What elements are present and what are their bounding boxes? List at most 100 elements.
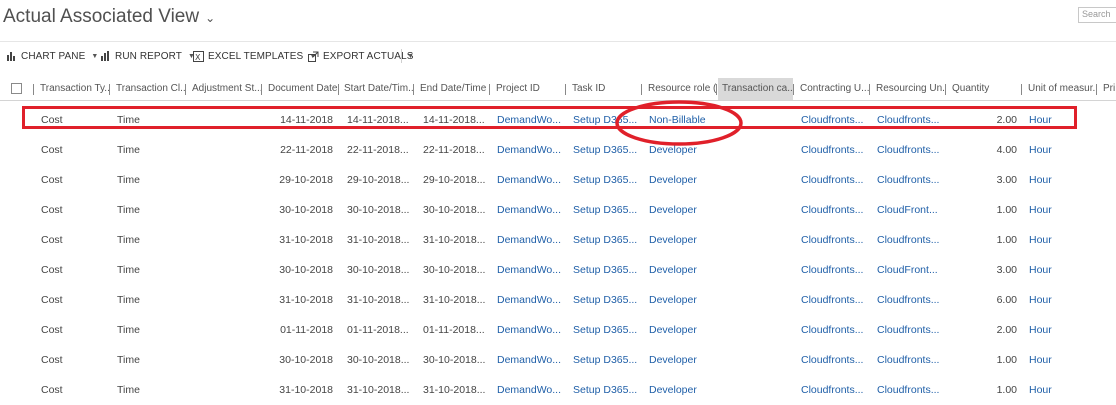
- column-divider: [945, 84, 946, 95]
- table-row[interactable]: Cost Time 31-10-2018 31-10-2018... 31-10…: [0, 225, 1116, 255]
- task-link[interactable]: Setup D365...: [573, 315, 639, 345]
- unit-link[interactable]: Hour: [1029, 345, 1052, 375]
- column-header-resourcing-unit[interactable]: Resourcing Un...: [872, 78, 945, 100]
- search-input[interactable]: Search: [1078, 7, 1116, 23]
- unit-link[interactable]: Hour: [1029, 315, 1052, 345]
- contracting-unit-link[interactable]: Cloudfronts...: [801, 345, 867, 375]
- column-header-contracting-unit[interactable]: Contracting U...: [796, 78, 869, 100]
- column-header-start-date[interactable]: Start Date/Tim...: [340, 78, 413, 100]
- unit-link[interactable]: Hour: [1029, 255, 1052, 285]
- chart-pane-button[interactable]: CHART PANE ▼: [7, 46, 98, 66]
- table-row[interactable]: Cost Time 30-10-2018 30-10-2018... 30-10…: [0, 345, 1116, 375]
- contracting-unit-link[interactable]: Cloudfronts...: [801, 195, 867, 225]
- resourcing-unit-link[interactable]: Cloudfronts...: [877, 105, 943, 135]
- contracting-unit-link[interactable]: Cloudfronts...: [801, 285, 867, 315]
- resourcing-unit-link[interactable]: Cloudfronts...: [877, 165, 943, 195]
- transaction-type-cell: Cost: [41, 174, 63, 186]
- task-link[interactable]: Setup D365...: [573, 195, 639, 225]
- column-header-transaction-category[interactable]: Transaction ca...: [718, 78, 793, 100]
- contracting-unit-link[interactable]: Cloudfronts...: [801, 375, 867, 405]
- column-divider: [793, 84, 794, 95]
- resource-role-link[interactable]: Non-Billable: [649, 105, 715, 135]
- column-header-resource-role[interactable]: Resource role (...: [644, 78, 716, 100]
- project-link[interactable]: DemandWo...: [497, 225, 563, 255]
- end-date-cell: 30-10-2018...: [423, 264, 486, 276]
- column-header-adjustment-status[interactable]: Adjustment St...: [188, 78, 261, 100]
- table-row[interactable]: Cost Time 01-11-2018 01-11-2018... 01-11…: [0, 315, 1116, 345]
- contracting-unit-link[interactable]: Cloudfronts...: [801, 135, 867, 165]
- task-link[interactable]: Setup D365...: [573, 285, 639, 315]
- column-header-document-date[interactable]: Document Date: [264, 78, 338, 100]
- resource-role-link[interactable]: Developer: [649, 315, 715, 345]
- run-report-button[interactable]: RUN REPORT ▼: [101, 46, 195, 66]
- task-link[interactable]: Setup D365...: [573, 105, 639, 135]
- contracting-unit-link[interactable]: Cloudfronts...: [801, 165, 867, 195]
- contracting-unit-link[interactable]: Cloudfronts...: [801, 225, 867, 255]
- table-row[interactable]: Cost Time 30-10-2018 30-10-2018... 30-10…: [0, 195, 1116, 225]
- column-header-end-date[interactable]: End Date/Time: [416, 78, 489, 100]
- resource-role-link[interactable]: Developer: [649, 345, 715, 375]
- unit-link[interactable]: Hour: [1029, 195, 1052, 225]
- project-link[interactable]: DemandWo...: [497, 375, 563, 405]
- task-link[interactable]: Setup D365...: [573, 345, 639, 375]
- resourcing-unit-link[interactable]: Cloudfronts...: [877, 345, 943, 375]
- column-header-transaction-class[interactable]: Transaction Cl...: [112, 78, 185, 100]
- table-row[interactable]: Cost Time 14-11-2018 14-11-2018... 14-11…: [0, 105, 1116, 135]
- resource-role-link[interactable]: Developer: [649, 165, 715, 195]
- resource-role-link[interactable]: Developer: [649, 195, 715, 225]
- view-title[interactable]: Actual Associated View ⌄: [3, 6, 215, 28]
- chevron-down-icon[interactable]: ⌄: [205, 11, 215, 25]
- resource-role-link[interactable]: Developer: [649, 375, 715, 405]
- resourcing-unit-link[interactable]: CloudFront...: [877, 255, 943, 285]
- table-row[interactable]: Cost Time 29-10-2018 29-10-2018... 29-10…: [0, 165, 1116, 195]
- column-header-project-id[interactable]: Project ID: [492, 78, 565, 100]
- column-header-task-id[interactable]: Task ID: [568, 78, 641, 100]
- resourcing-unit-link[interactable]: CloudFront...: [877, 195, 943, 225]
- resource-role-link[interactable]: Developer: [649, 285, 715, 315]
- project-link[interactable]: DemandWo...: [497, 165, 563, 195]
- project-link[interactable]: DemandWo...: [497, 105, 563, 135]
- resource-role-link[interactable]: Developer: [649, 135, 715, 165]
- unit-link[interactable]: Hour: [1029, 375, 1052, 405]
- unit-link[interactable]: Hour: [1029, 285, 1052, 315]
- unit-link[interactable]: Hour: [1029, 165, 1052, 195]
- table-row[interactable]: Cost Time 22-11-2018 22-11-2018... 22-11…: [0, 135, 1116, 165]
- column-header-quantity[interactable]: Quantity: [948, 78, 1021, 100]
- task-link[interactable]: Setup D365...: [573, 135, 639, 165]
- resourcing-unit-link[interactable]: Cloudfronts...: [877, 135, 943, 165]
- resourcing-unit-link[interactable]: Cloudfronts...: [877, 285, 943, 315]
- export-actuals-button[interactable]: EXPORT ACTUALS: [308, 46, 414, 66]
- transaction-type-cell: Cost: [41, 384, 63, 396]
- column-header-unit-of-measure[interactable]: Unit of measur...: [1024, 78, 1096, 100]
- unit-link[interactable]: Hour: [1029, 135, 1052, 165]
- project-link[interactable]: DemandWo...: [497, 345, 563, 375]
- task-link[interactable]: Setup D365...: [573, 255, 639, 285]
- unit-link[interactable]: Hour: [1029, 105, 1052, 135]
- table-row[interactable]: Cost Time 30-10-2018 30-10-2018... 30-10…: [0, 255, 1116, 285]
- task-link[interactable]: Setup D365...: [573, 375, 639, 405]
- more-commands-button[interactable]: ▼: [407, 46, 414, 66]
- unit-link[interactable]: Hour: [1029, 225, 1052, 255]
- contracting-unit-link[interactable]: Cloudfronts...: [801, 105, 867, 135]
- column-header-transaction-type[interactable]: Transaction Ty...: [36, 78, 109, 100]
- quantity-cell: 3.00: [996, 174, 1017, 186]
- contracting-unit-link[interactable]: Cloudfronts...: [801, 315, 867, 345]
- project-link[interactable]: DemandWo...: [497, 315, 563, 345]
- resourcing-unit-link[interactable]: Cloudfronts...: [877, 315, 943, 345]
- resource-role-link[interactable]: Developer: [649, 255, 715, 285]
- resourcing-unit-link[interactable]: Cloudfronts...: [877, 375, 943, 405]
- task-link[interactable]: Setup D365...: [573, 225, 639, 255]
- project-link[interactable]: DemandWo...: [497, 285, 563, 315]
- project-link[interactable]: DemandWo...: [497, 135, 563, 165]
- resourcing-unit-link[interactable]: Cloudfronts...: [877, 225, 943, 255]
- column-header-price[interactable]: Pri: [1099, 78, 1116, 100]
- table-row[interactable]: Cost Time 31-10-2018 31-10-2018... 31-10…: [0, 285, 1116, 315]
- project-link[interactable]: DemandWo...: [497, 255, 563, 285]
- table-row[interactable]: Cost Time 31-10-2018 31-10-2018... 31-10…: [0, 375, 1116, 405]
- resource-role-link[interactable]: Developer: [649, 225, 715, 255]
- select-all-checkbox[interactable]: [11, 83, 22, 94]
- contracting-unit-link[interactable]: Cloudfronts...: [801, 255, 867, 285]
- excel-templates-button[interactable]: X EXCEL TEMPLATES ▼: [193, 46, 316, 66]
- project-link[interactable]: DemandWo...: [497, 195, 563, 225]
- task-link[interactable]: Setup D365...: [573, 165, 639, 195]
